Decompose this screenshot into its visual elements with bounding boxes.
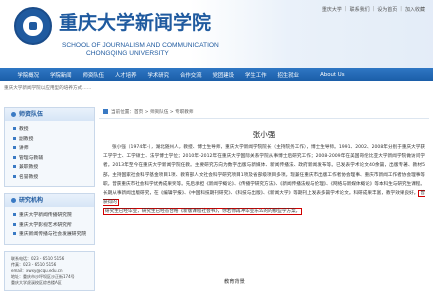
logo-center-mark (29, 22, 37, 30)
site-header: 重庆大学新闻学院 SCHOOL OF JOURNALISM AND COMMUN… (0, 0, 433, 68)
nav-item-about-us[interactable]: About Us (305, 72, 344, 78)
notice-bar: 重庆大学新闻学院以应用型的培养方式…… (4, 86, 92, 91)
nav-item-admission[interactable]: 招生就业 (272, 71, 305, 79)
bullet-icon (13, 222, 16, 226)
sidebar-item-lecturer[interactable]: 讲师 (13, 144, 88, 154)
faculty-box-title-text: 师资队伍 (19, 111, 44, 118)
nav-item-cooperation[interactable]: 合作交流 (175, 71, 208, 79)
bullet-icon (13, 232, 16, 235)
sidebar-item-honorary[interactable]: 名誉教授 (13, 173, 88, 183)
top-link-cqu[interactable]: 重庆大学 (322, 6, 342, 13)
breadcrumb-prefix: 当前位置： (111, 110, 134, 115)
section-dot-icon (11, 112, 16, 117)
sidebar-item-label: 重庆新闻传播与社会发展研究院 (19, 232, 87, 237)
top-link-set-home[interactable]: 设为首页 (377, 6, 397, 13)
bullet-icon (13, 213, 16, 216)
research-list: 重庆大学新闻传播研究院 重庆大学影视艺术研究所 重庆新闻传播与社会发展研究院 (5, 207, 94, 244)
faculty-box: 师资队伍 教授 副教授 讲师 管理与教辅 兼职教授 名誉教授 (4, 107, 95, 187)
paragraph-text: 张小强（1974年-），湖北随州人，教授、博士生导师，重庆大学新闻学院院长（主持… (103, 145, 425, 197)
sidebar-item-adjunct[interactable]: 兼职教授 (13, 163, 88, 173)
highlight-box: 研究生已经毕业，研究生已经答合格《新版课程社会书》，你若你再冲毕业乐么的的那些学… (103, 208, 303, 216)
breadcrumb: 当前位置：首页 > 师资队伍 > 专职教师 (99, 107, 429, 119)
sidebar-item-research-1[interactable]: 重庆大学新闻传播研究院 (13, 211, 88, 221)
bullet-icon (13, 165, 16, 168)
article-paragraph: 张小强（1974年-），湖北随州人，教授、博士生导师，重庆大学新闻学院院长（主持… (103, 143, 425, 207)
top-links: 重庆大学 | 联系我们 | 设为首页 | 加入收藏 (322, 6, 425, 13)
main-content: 当前位置：首页 > 师资队伍 > 专职教师 张小强 张小强（1974年-），湖北… (99, 107, 429, 293)
main-nav: 学院概况 学院新闻 师资队伍 人才培养 学术研究 合作交流 党团建设 学生工作 … (0, 68, 433, 81)
nav-item-students[interactable]: 学生工作 (240, 71, 273, 79)
university-logo[interactable] (14, 7, 52, 45)
sidebar-item-professor[interactable]: 教授 (13, 125, 88, 135)
research-box: 研究机构 重庆大学新闻传播研究院 重庆大学影视艺术研究所 重庆新闻传播与社会发展… (4, 193, 95, 245)
sidebar-item-staff[interactable]: 管理与教辅 (13, 154, 88, 164)
nav-item-party[interactable]: 党团建设 (207, 71, 240, 79)
sidebar-item-label: 兼职教授 (19, 165, 39, 170)
top-link-separator: | (344, 6, 347, 12)
sidebar-item-label: 讲师 (19, 146, 29, 151)
bullet-icon (13, 127, 16, 130)
article-paragraph: 研究生已经毕业，研究生已经答合格《新版课程社会书》，你若你再冲毕业乐么的的那些学… (103, 207, 425, 216)
bullet-icon (13, 155, 16, 159)
section-dot-icon (11, 198, 16, 203)
location-icon (103, 109, 108, 114)
nav-item-education[interactable]: 人才培养 (110, 71, 143, 79)
site-title-cn: 重庆大学新闻学院 (59, 12, 212, 34)
sidebar: 师资队伍 教授 副教授 讲师 管理与教辅 兼职教授 名誉教授 研究机构 重庆大学… (4, 107, 95, 293)
bullet-icon (13, 174, 16, 178)
sidebar-item-research-3[interactable]: 重庆新闻传播与社会发展研究院 (13, 230, 88, 240)
article-title: 张小强 (252, 130, 276, 139)
nav-item-about-school[interactable]: 学院概况 (12, 71, 45, 79)
site-title-en-line2: CHONGQING UNIVERSITY (86, 50, 169, 57)
sidebar-item-label: 副教授 (19, 136, 34, 142)
breadcrumb-path[interactable]: 首页 > 师资队伍 > 专职教师 (134, 110, 193, 115)
nav-item-news[interactable]: 学院新闻 (45, 71, 78, 79)
top-link-separator: | (372, 6, 375, 12)
sidebar-item-label: 教授 (19, 127, 29, 132)
sidebar-item-label: 重庆大学影视艺术研究所 (19, 222, 72, 228)
sidebar-item-associate-professor[interactable]: 副教授 (13, 135, 88, 145)
contact-box: 联系电话：023 - 6510 5156 传真：023 - 6510 5156 … (4, 250, 95, 291)
top-link-separator: | (400, 6, 402, 12)
top-link-contact[interactable]: 联系我们 (350, 6, 370, 13)
faculty-box-title: 师资队伍 (5, 108, 94, 121)
site-title-en-line1: SCHOOL OF JOURNALISM AND COMMUNICATION (62, 42, 219, 49)
sidebar-item-label: 管理与教辅 (19, 155, 43, 161)
faculty-list: 教授 副教授 讲师 管理与教辅 兼职教授 名誉教授 (5, 121, 94, 186)
bullet-icon (13, 146, 16, 149)
research-box-title-text: 研究机构 (19, 197, 44, 204)
logo-emblem (22, 15, 44, 37)
contact-info: 联系电话：023 - 6510 5156 传真：023 - 6510 5156 … (5, 252, 94, 290)
sidebar-item-research-2[interactable]: 重庆大学影视艺术研究所 (13, 221, 88, 231)
sidebar-item-label: 重庆大学新闻传播研究院 (19, 213, 72, 218)
nav-item-research[interactable]: 学术研究 (142, 71, 175, 79)
bullet-icon (13, 136, 16, 140)
nav-item-faculty[interactable]: 师资队伍 (77, 71, 110, 79)
research-box-title: 研究机构 (5, 194, 94, 207)
paragraph-text: 研究生已经毕业， (105, 209, 142, 215)
contact-line: 重庆大学虎溪校区综合楼A区 (11, 279, 62, 285)
paragraph-text: 研究生已经答合格《新版课程社会书》，你若你再冲毕业乐么的的那些学方案， (141, 209, 301, 215)
education-heading: 教育背景 (224, 279, 245, 285)
top-link-bookmark[interactable]: 加入收藏 (405, 6, 425, 13)
sidebar-item-label: 名誉教授 (19, 174, 39, 180)
article-body: 张小强（1974年-），湖北随州人，教授、博士生导师，重庆大学新闻学院院长（主持… (99, 143, 429, 217)
